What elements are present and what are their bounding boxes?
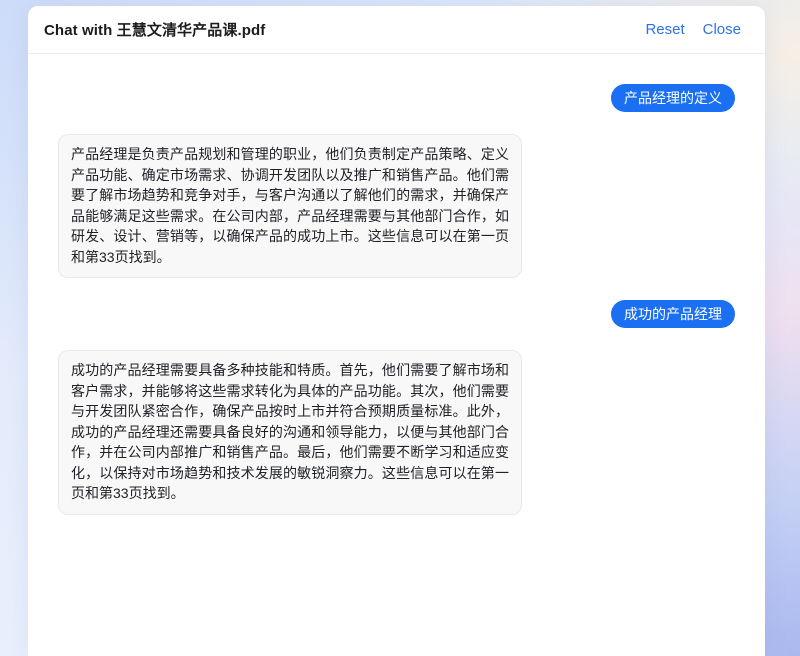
message-row: 产品经理是负责产品规划和管理的职业，他们负责制定产品策略、定义产品功能、确定市场… [58, 134, 735, 278]
message-row: 成功的产品经理需要具备多种技能和特质。首先，他们需要了解市场和客户需求，并能够将… [58, 350, 735, 515]
message-row: 成功的产品经理 [58, 300, 735, 328]
header-actions: Reset Close [645, 21, 741, 38]
assistant-message-bubble: 成功的产品经理需要具备多种技能和特质。首先，他们需要了解市场和客户需求，并能够将… [58, 350, 522, 515]
message-list: 产品经理的定义 产品经理是负责产品规划和管理的职业，他们负责制定产品策略、定义产… [28, 54, 765, 656]
message-row: 产品经理的定义 [58, 84, 735, 112]
user-message-bubble: 成功的产品经理 [611, 300, 735, 328]
assistant-message-bubble: 产品经理是负责产品规划和管理的职业，他们负责制定产品策略、定义产品功能、确定市场… [58, 134, 522, 278]
user-message-bubble: 产品经理的定义 [611, 84, 735, 112]
reset-button[interactable]: Reset [645, 21, 684, 38]
chat-title: Chat with 王慧文清华产品课.pdf [44, 19, 265, 40]
chat-header: Chat with 王慧文清华产品课.pdf Reset Close [28, 6, 765, 54]
close-button[interactable]: Close [703, 21, 741, 38]
chat-panel: Chat with 王慧文清华产品课.pdf Reset Close 产品经理的… [28, 6, 765, 656]
